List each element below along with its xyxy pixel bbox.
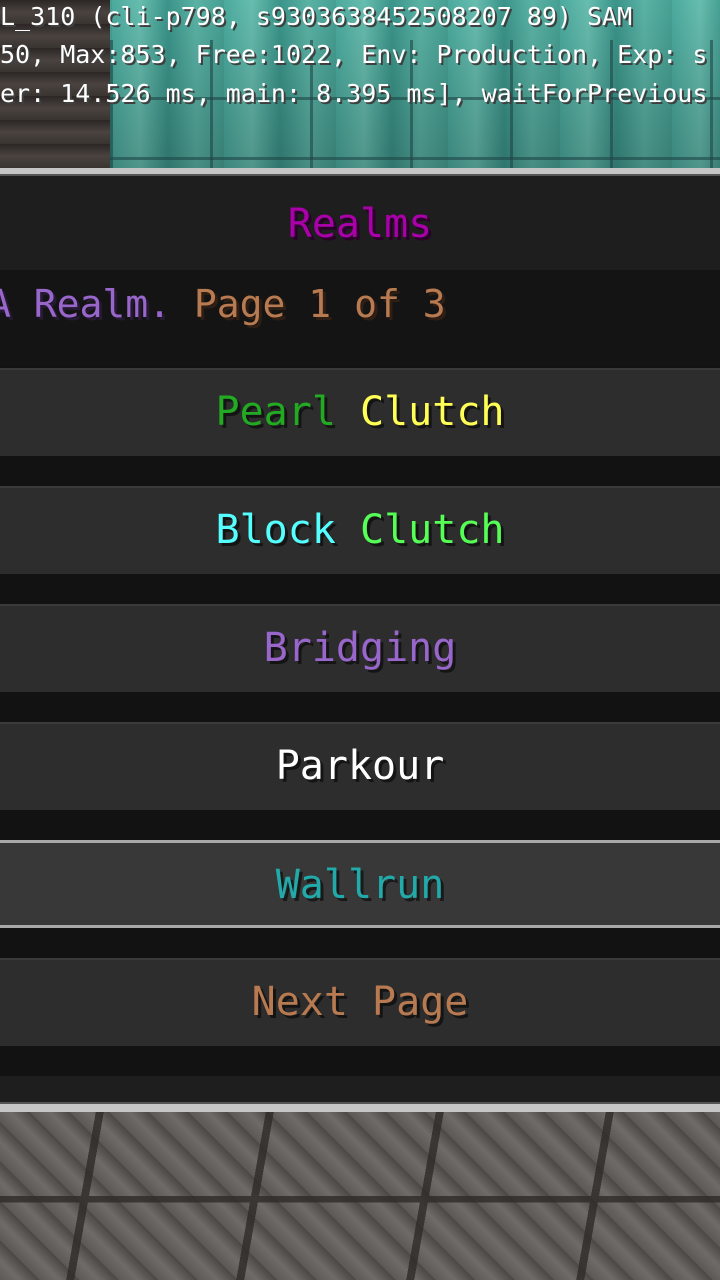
bridging-button[interactable]: Bridging — [0, 604, 720, 692]
debug-info-line-2: 50, Max:853, Free:1022, Env: Production,… — [0, 40, 708, 69]
game-world-background-bottom — [0, 1112, 720, 1280]
button-gap — [0, 692, 720, 722]
pearl-clutch-button[interactable]: Pearl Clutch — [0, 368, 720, 456]
next-page-button[interactable]: Next Page — [0, 958, 720, 1046]
button-label-part: Pearl — [215, 389, 336, 435]
button-label-part: Wallrun — [275, 862, 445, 908]
debug-info-line-3: er: 14.526 ms, main: 8.395 ms], waitForP… — [0, 79, 708, 108]
parkour-button[interactable]: Parkour — [0, 722, 720, 810]
game-world-background-top: L_310 (cli-p798, s9303638452508207 89) S… — [0, 0, 720, 168]
button-label-part: Next Page — [251, 979, 469, 1025]
debug-info-line-1: L_310 (cli-p798, s9303638452508207 89) S… — [0, 2, 633, 31]
button-gap — [0, 928, 720, 958]
wallrun-button[interactable]: Wallrun — [0, 840, 720, 928]
button-label-part: Bridging — [263, 625, 457, 671]
panel-top-border — [0, 168, 720, 176]
button-gap — [0, 574, 720, 604]
button-label-part: Parkour — [275, 743, 445, 789]
button-label-part: Clutch — [360, 389, 505, 435]
button-label-part: Clutch — [360, 507, 505, 553]
panel-bottom-border — [0, 1102, 720, 1112]
block-clutch-button[interactable]: Block Clutch — [0, 486, 720, 574]
button-gap — [0, 1046, 720, 1076]
menu-subtitle: A Realm. Page 1 of 3 — [0, 276, 446, 332]
button-gap — [0, 456, 720, 486]
realm-label: A Realm. — [0, 282, 172, 326]
menu-title: Realms — [287, 201, 433, 247]
button-gap — [0, 810, 720, 840]
stone-floor — [0, 1112, 720, 1280]
page-indicator: Page 1 of 3 — [193, 282, 446, 326]
realms-menu-panel: Realms A Realm. Page 1 of 3 Pearl Clutch… — [0, 176, 720, 1102]
button-label-part: Block — [215, 507, 336, 553]
